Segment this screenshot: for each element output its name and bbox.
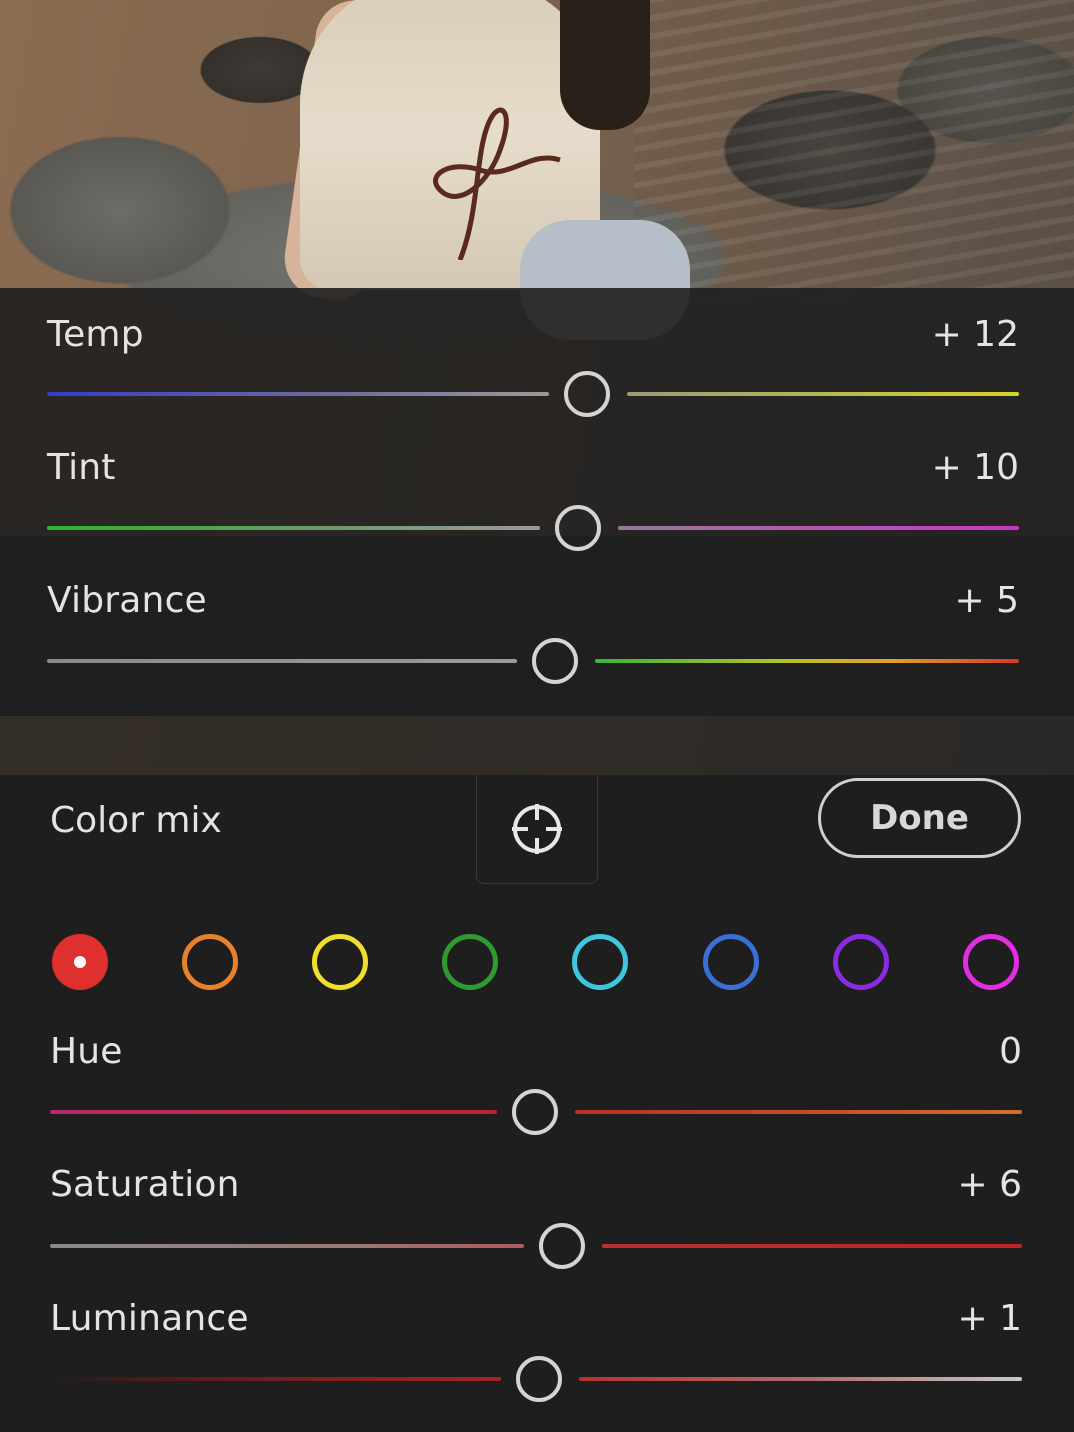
luminance-value: + 1 bbox=[957, 1298, 1022, 1339]
luminance-track-right[interactable] bbox=[579, 1377, 1022, 1381]
tint-track-right[interactable] bbox=[618, 526, 1019, 530]
selected-dot-icon bbox=[74, 956, 86, 968]
vibrance-slider-thumb[interactable] bbox=[532, 638, 578, 684]
vibrance-value: + 5 bbox=[954, 580, 1019, 621]
swatch-green[interactable] bbox=[442, 934, 498, 990]
temp-label: Temp bbox=[47, 314, 144, 355]
swatch-yellow[interactable] bbox=[312, 934, 368, 990]
tint-value: + 10 bbox=[931, 447, 1019, 488]
color-mix-title: Color mix bbox=[50, 800, 222, 841]
vibrance-track-left[interactable] bbox=[47, 659, 517, 663]
hue-slider-thumb[interactable] bbox=[512, 1089, 558, 1135]
luminance-track-left[interactable] bbox=[50, 1377, 501, 1381]
saturation-slider-thumb[interactable] bbox=[539, 1223, 585, 1269]
hue-value: 0 bbox=[999, 1031, 1022, 1072]
hue-track-left[interactable] bbox=[50, 1110, 497, 1114]
targeted-adjustment-button[interactable] bbox=[476, 775, 598, 884]
done-button[interactable]: Done bbox=[818, 778, 1021, 858]
swatch-purple[interactable] bbox=[833, 934, 889, 990]
tint-label: Tint bbox=[47, 447, 116, 488]
luminance-label: Luminance bbox=[50, 1298, 249, 1339]
saturation-label: Saturation bbox=[50, 1164, 240, 1205]
swatch-orange[interactable] bbox=[182, 934, 238, 990]
temp-track-left[interactable] bbox=[47, 392, 549, 396]
temp-slider-thumb[interactable] bbox=[564, 371, 610, 417]
vibrance-label: Vibrance bbox=[47, 580, 207, 621]
crosshair-target-icon bbox=[512, 804, 562, 854]
tint-track-left[interactable] bbox=[47, 526, 540, 530]
photo-hair bbox=[560, 0, 650, 130]
luminance-slider-thumb[interactable] bbox=[516, 1356, 562, 1402]
tint-slider-thumb[interactable] bbox=[555, 505, 601, 551]
temp-value: + 12 bbox=[931, 314, 1019, 355]
hue-label: Hue bbox=[50, 1031, 123, 1072]
hue-track-right[interactable] bbox=[575, 1110, 1022, 1114]
photo-waves bbox=[634, 0, 1074, 300]
saturation-value: + 6 bbox=[957, 1164, 1022, 1205]
swatch-blue[interactable] bbox=[703, 934, 759, 990]
saturation-track-left[interactable] bbox=[50, 1244, 524, 1248]
saturation-track-right[interactable] bbox=[602, 1244, 1022, 1248]
vibrance-track-right[interactable] bbox=[595, 659, 1019, 663]
vibrance-panel bbox=[0, 536, 1074, 716]
temp-track-right[interactable] bbox=[627, 392, 1019, 396]
swatch-red[interactable] bbox=[52, 934, 108, 990]
swatch-magenta[interactable] bbox=[963, 934, 1019, 990]
swatch-aqua[interactable] bbox=[572, 934, 628, 990]
